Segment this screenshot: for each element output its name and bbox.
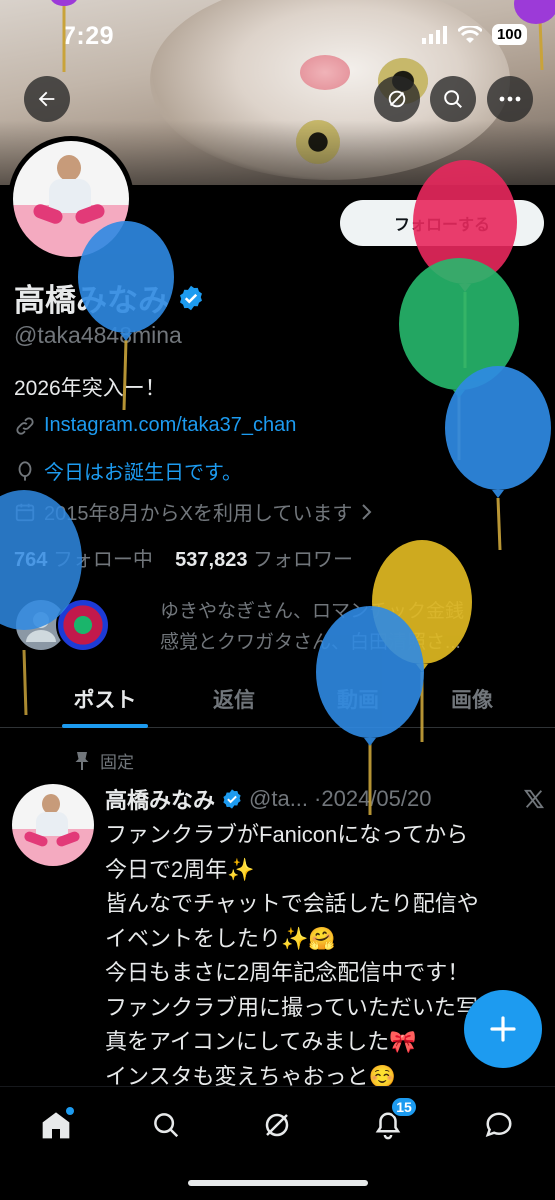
notifications-badge: 15: [390, 1096, 418, 1118]
balloon-blue-3: [0, 490, 82, 716]
search-icon: [154, 1113, 179, 1138]
nav-messages[interactable]: [473, 1099, 525, 1151]
messages-icon: [485, 1112, 512, 1138]
home-indicator: [188, 1180, 368, 1186]
balloon-purple-1: [51, 0, 77, 72]
nav-grok[interactable]: [251, 1099, 303, 1151]
balloon-blue-2: [445, 366, 551, 551]
compose-button[interactable]: [464, 990, 542, 1068]
balloon-purple-2: [514, 0, 555, 71]
grok-icon: [265, 1113, 289, 1137]
balloon-blue-1: [78, 221, 174, 411]
compose-icon: [490, 1016, 516, 1042]
nav-search[interactable]: [140, 1099, 192, 1151]
balloon-blue-4: [316, 606, 424, 815]
home-unread-dot: [66, 1107, 74, 1115]
birthday-balloons: [0, 0, 555, 815]
nav-home[interactable]: [30, 1099, 82, 1151]
